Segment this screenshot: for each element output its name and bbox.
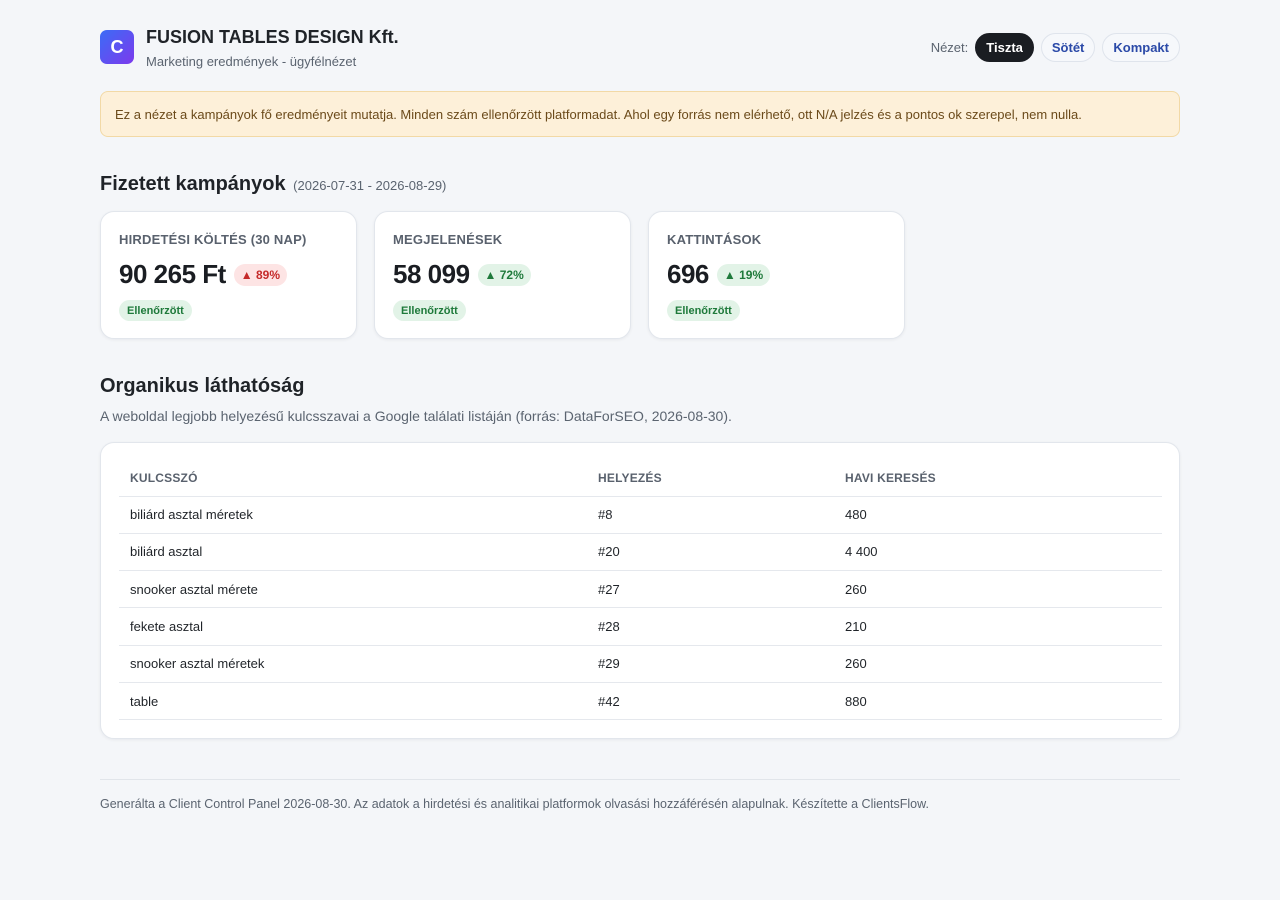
company-name: FUSION TABLES DESIGN Kft. — [146, 27, 399, 47]
keyword-cell: biliárd asztal méretek — [119, 496, 587, 534]
table-row: fekete asztal #28 210 — [119, 607, 1162, 646]
organic-section-title: Organikus láthatóság — [100, 375, 305, 397]
keyword-cell: table — [119, 682, 587, 721]
page: C FUSION TABLES DESIGN Kft. Marketing er… — [0, 0, 1280, 900]
keyword-cell: snooker asztal méretek — [119, 645, 587, 683]
company-logo: C — [100, 30, 134, 64]
keyword-table-card: KULCSSZÓ HELYEZÉS HAVI KERESÉS biliárd a… — [100, 442, 1180, 739]
paid-date-range: (2026-07-31 - 2026-08-29) — [293, 178, 447, 193]
kpi-delta-badge: ▲ 89% — [233, 263, 288, 286]
keyword-cell: snooker asztal mérete — [119, 570, 587, 609]
kpi-value-row: 58 099 ▲ 72% — [393, 259, 531, 290]
kpi-value: 696 — [667, 259, 709, 289]
kpi-value: 58 099 — [393, 259, 470, 289]
table-row: table #42 880 — [119, 682, 1162, 721]
kpi-value-row: 696 ▲ 19% — [667, 259, 771, 290]
kpi-card-clicks: KATTINTÁSOK 696 ▲ 19% Ellenőrzött — [648, 211, 905, 339]
searches-cell: 4 400 — [834, 533, 1162, 572]
organic-subtitle: A weboldal legjobb helyezésű kulcsszavai… — [100, 408, 732, 424]
verified-badge: Ellenőrzött — [119, 300, 192, 321]
position-cell: #8 — [587, 496, 834, 534]
searches-cell: 880 — [834, 682, 1162, 721]
keyword-table: KULCSSZÓ HELYEZÉS HAVI KERESÉS biliárd a… — [119, 461, 1162, 721]
table-row: biliárd asztal méretek #8 480 — [119, 496, 1162, 534]
kpi-value: 90 265 Ft — [119, 259, 226, 289]
column-header-monthly-searches: HAVI KERESÉS — [834, 461, 1162, 497]
view-switcher: Nézet: Tiszta Sötét Kompakt — [931, 33, 1180, 62]
view-dark-button[interactable]: Sötét — [1040, 33, 1096, 62]
view-label: Nézet: — [930, 40, 969, 55]
table-row: snooker asztal mérete #27 260 — [119, 570, 1162, 609]
view-clean-button[interactable]: Tiszta — [975, 33, 1034, 62]
info-notice: Ez a nézet a kampányok fő eredményeit mu… — [100, 91, 1180, 137]
keyword-cell: fekete asztal — [119, 607, 587, 646]
kpi-value-row: 90 265 Ft ▲ 89% — [119, 259, 288, 290]
searches-cell: 260 — [834, 645, 1162, 683]
kpi-label: MEGJELENÉSEK — [393, 232, 503, 247]
column-header-position: HELYEZÉS — [587, 461, 834, 497]
position-cell: #29 — [587, 645, 834, 683]
keyword-cell: biliárd asztal — [119, 533, 587, 572]
kpi-card-impressions: MEGJELENÉSEK 58 099 ▲ 72% Ellenőrzött — [374, 211, 631, 339]
searches-cell: 210 — [834, 607, 1162, 646]
content: C FUSION TABLES DESIGN Kft. Marketing er… — [100, 0, 1180, 811]
kpi-cards: HIRDETÉSI KÖLTÉS (30 NAP) 90 265 Ft ▲ 89… — [100, 211, 905, 339]
paid-section-title: Fizetett kampányok (2026-07-31 - 2026-08… — [100, 173, 446, 196]
footer-divider — [100, 779, 1180, 780]
position-cell: #42 — [587, 682, 834, 721]
footer-text: Generálta a Client Control Panel 2026-08… — [100, 797, 929, 811]
kpi-card-spend: HIRDETÉSI KÖLTÉS (30 NAP) 90 265 Ft ▲ 89… — [100, 211, 357, 339]
kpi-delta-badge: ▲ 72% — [477, 263, 531, 286]
view-compact-button[interactable]: Kompakt — [1102, 33, 1180, 62]
searches-cell: 260 — [834, 570, 1162, 609]
position-cell: #20 — [587, 533, 834, 572]
verified-badge: Ellenőrzött — [667, 300, 740, 321]
kpi-delta-badge: ▲ 19% — [716, 263, 771, 286]
table-header-row: KULCSSZÓ HELYEZÉS HAVI KERESÉS — [119, 461, 1162, 497]
kpi-label: HIRDETÉSI KÖLTÉS (30 NAP) — [119, 232, 307, 247]
paid-title: Fizetett kampányok — [100, 173, 286, 195]
page-subtitle: Marketing eredmények - ügyfélnézet — [146, 54, 357, 69]
column-header-keyword: KULCSSZÓ — [119, 461, 587, 497]
kpi-label: KATTINTÁSOK — [667, 232, 762, 247]
table-row: snooker asztal méretek #29 260 — [119, 645, 1162, 683]
header: C FUSION TABLES DESIGN Kft. Marketing er… — [100, 0, 1180, 90]
verified-badge: Ellenőrzött — [393, 300, 466, 321]
searches-cell: 480 — [834, 496, 1162, 534]
position-cell: #27 — [587, 570, 834, 609]
table-row: biliárd asztal #20 4 400 — [119, 533, 1162, 572]
position-cell: #28 — [587, 607, 834, 646]
